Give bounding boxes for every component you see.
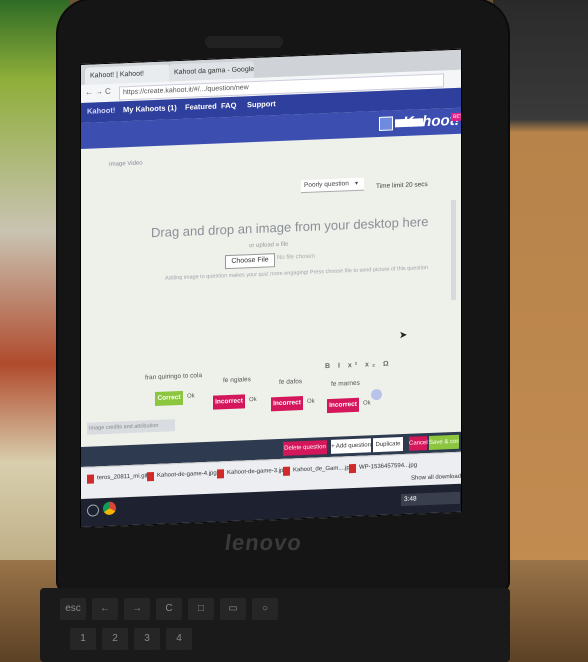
nav-faq[interactable]: FAQ [221,101,236,111]
answer-1-mark: Ok [187,393,195,400]
cancel-button[interactable]: Cancel [409,436,428,451]
answer-2-incorrect-button[interactable]: Incorrect [213,394,245,410]
avatar[interactable] [379,116,393,131]
chevron-down-icon: ▾ [355,180,359,187]
back-icon[interactable]: ← [85,87,93,96]
delete-question-button[interactable]: Delete question [283,440,327,456]
brightness-key: ○ [252,598,278,620]
system-tray[interactable]: 3:48 [401,491,460,507]
answer-4-incorrect-button[interactable]: Incorrect [327,397,359,414]
tray-time: 3:48 [404,495,417,503]
answer-3-label[interactable]: fe dafos [279,378,302,386]
reload-icon[interactable]: C [105,87,111,96]
esc-key: esc [60,598,86,620]
answer-2-label[interactable]: fe ngiales [223,376,251,384]
save-continue-button[interactable]: Save & continue [429,434,459,450]
or-upload-text: or upload a file [249,241,289,250]
add-answer-icon[interactable] [371,388,382,401]
reload-key: C [156,598,182,620]
file-icon [283,466,290,476]
webcam [205,36,283,48]
media-tabs[interactable]: Image Video [109,160,143,167]
keyboard: esc ← → C □ ▭ ○ 1 2 3 4 [40,588,510,662]
answer-4-label[interactable]: fe marnes [331,380,360,388]
file-icon [349,463,356,474]
key-2: 2 [102,628,128,650]
no-file-text: No file chosen [277,253,316,262]
file-icon [217,469,224,479]
back-key: ← [92,598,118,620]
choose-file-button[interactable]: Choose File [225,253,275,270]
scrollbar[interactable] [451,199,456,301]
beta-badge: BETA [451,112,462,122]
kahoot-small-logo[interactable]: Kahoot! [87,106,115,116]
nav-support[interactable]: Support [247,99,276,109]
time-limit-select[interactable]: Time limit 20 secs [376,181,428,190]
answer-3-incorrect-button[interactable]: Incorrect [271,396,303,412]
fullscreen-key: □ [188,598,214,620]
answer-1-label[interactable]: fran quiringo to cola [145,372,202,381]
laptop-brand-logo: lenovo [223,530,304,555]
key-3: 3 [134,628,160,650]
image-credits-field[interactable]: Image credits and attribution [87,419,175,435]
overview-key: ▭ [220,598,246,620]
answer-4-mark: Ok [363,400,371,407]
forward-key: → [124,598,150,620]
laptop-screen: Kahoot! | Kahoot! Kahoot da gama - Googl… [80,48,462,529]
answer-3-mark: Ok [307,398,315,405]
key-1: 1 [70,628,96,650]
answer-1-correct-button[interactable]: Correct [155,390,183,406]
mouse-cursor-icon: ➤ [399,329,408,342]
key-4: 4 [166,628,192,650]
text-format-toolbar[interactable]: B I x² x₂ Ω [325,360,392,370]
image-hint-text: Adding image to question makes your quiz… [165,265,428,282]
file-icon [147,472,154,482]
forward-icon[interactable]: → [95,87,103,96]
drag-drop-title: Drag and drop an image from your desktop… [151,214,429,241]
file-icon [87,474,94,484]
duplicate-button[interactable]: Duplicate [373,437,403,453]
answer-2-mark: Ok [249,396,257,404]
nav-my-kahoots[interactable]: My Kahoots (1) [123,103,177,114]
nav-featured[interactable]: Featured [185,102,217,112]
add-question-button[interactable]: + Add question [331,438,371,454]
